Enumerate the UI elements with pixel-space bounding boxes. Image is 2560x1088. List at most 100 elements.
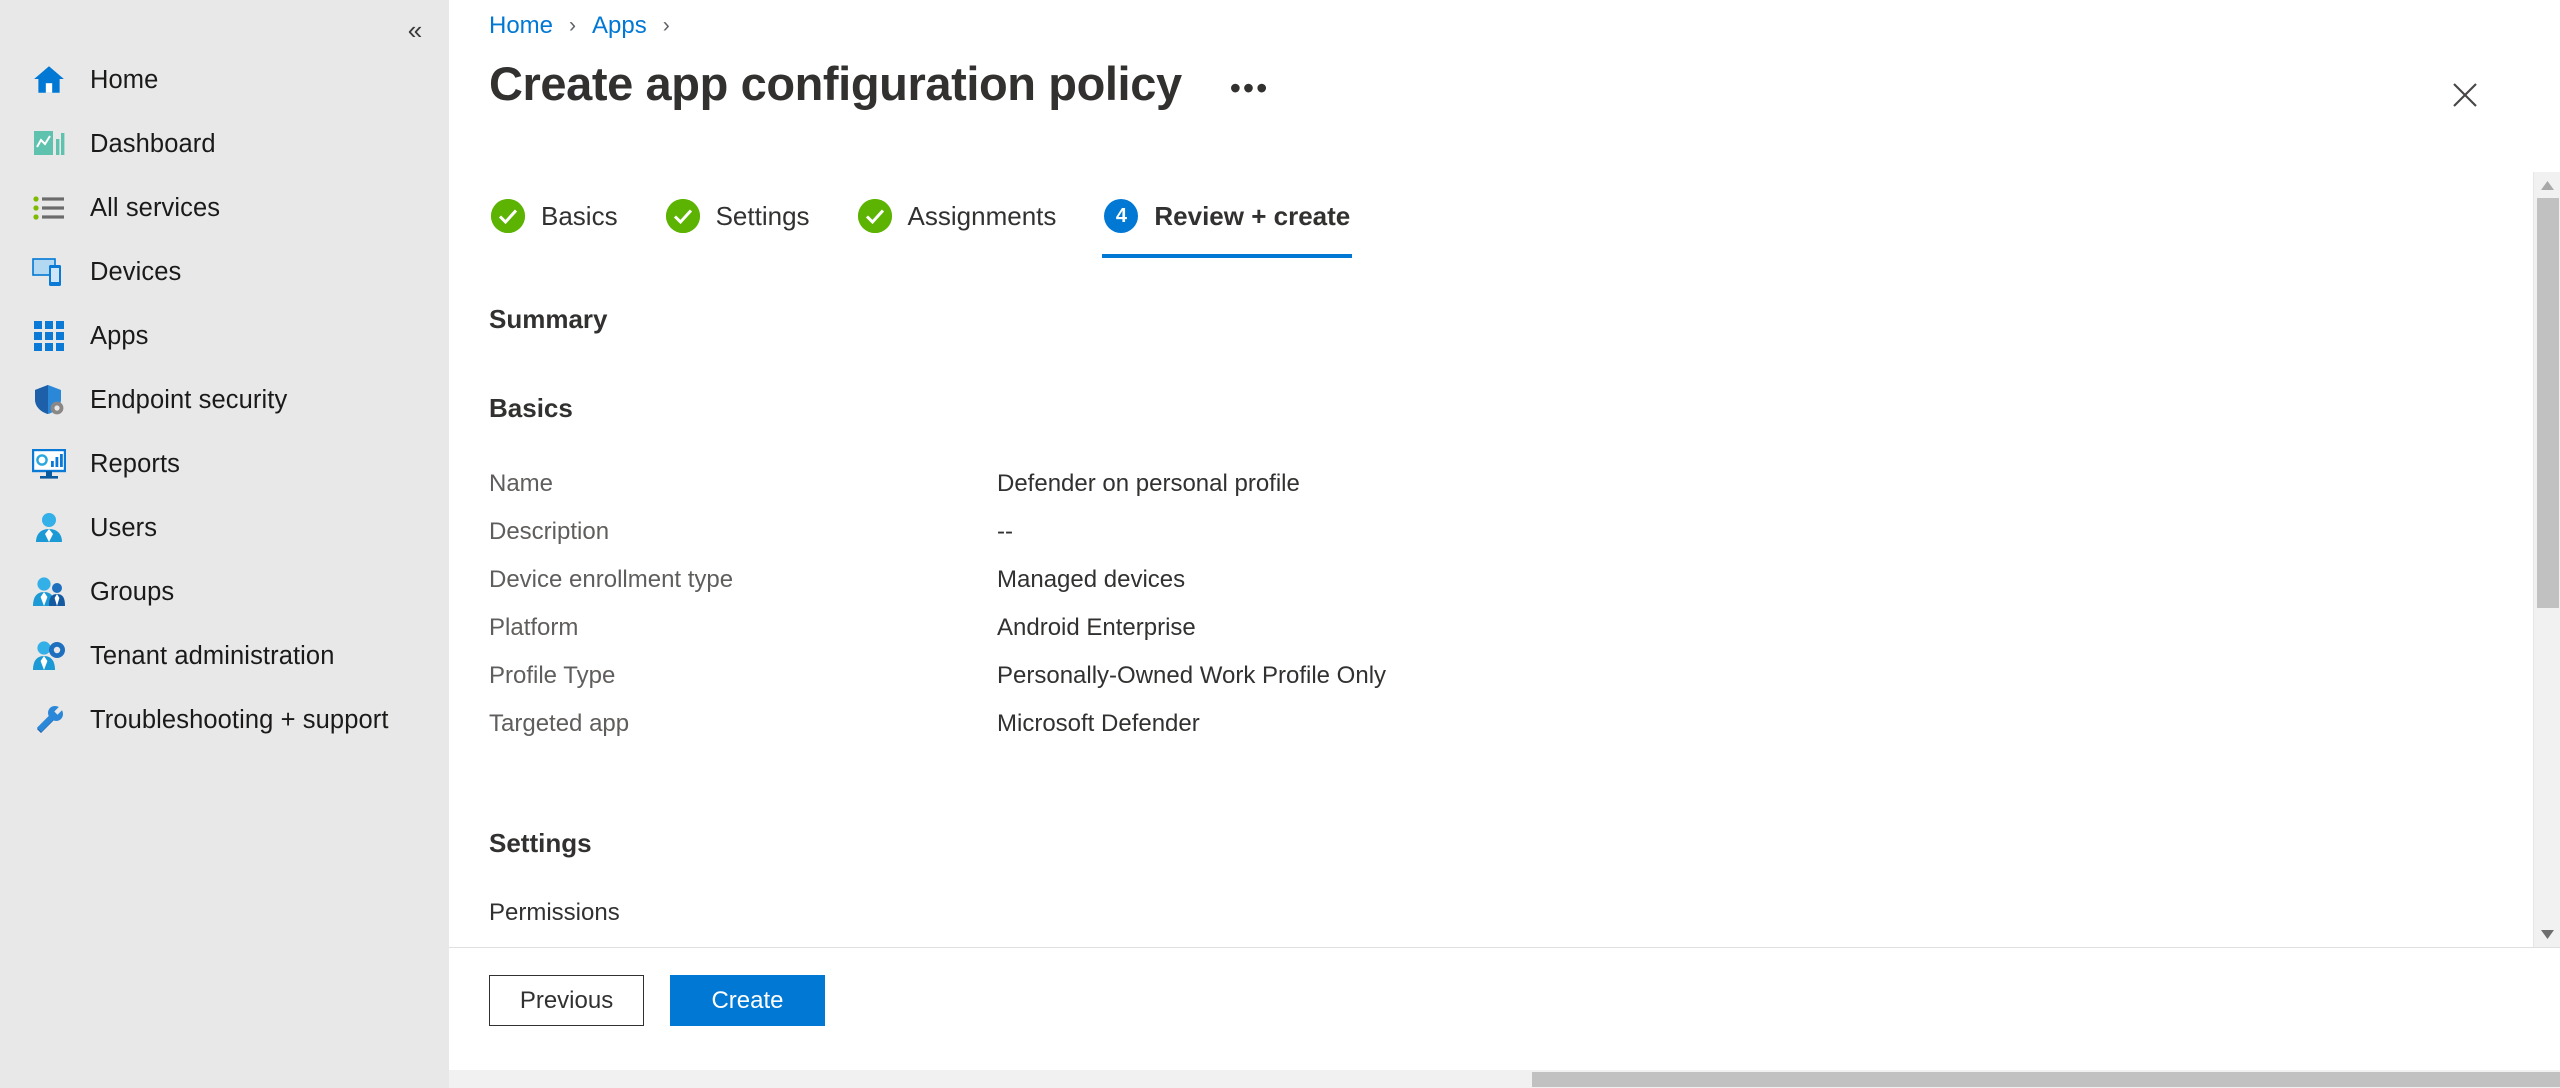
tab-basics[interactable]: Basics bbox=[489, 184, 620, 258]
summary-value: Android Enterprise bbox=[997, 614, 1196, 641]
sidebar-item-label: Users bbox=[90, 513, 158, 542]
basics-summary-table: Name Defender on personal profile Descri… bbox=[449, 460, 2517, 748]
sidebar-item-label: Troubleshooting + support bbox=[90, 705, 389, 734]
apps-grid-icon bbox=[30, 317, 68, 355]
sidebar-item-label: Reports bbox=[90, 449, 180, 478]
sidebar-item-reports[interactable]: Reports bbox=[0, 432, 449, 496]
sidebar-item-label: Endpoint security bbox=[90, 385, 288, 414]
basics-heading: Basics bbox=[489, 393, 573, 423]
main-panel: Home › Apps › Create app configuration p… bbox=[449, 0, 2560, 1088]
summary-value: Defender on personal profile bbox=[997, 470, 1300, 497]
footer-buttons: Previous Create bbox=[449, 948, 2560, 1026]
sidebar-item-groups[interactable]: Groups bbox=[0, 560, 449, 624]
triangle-up-icon bbox=[2541, 180, 2554, 190]
sidebar-item-devices[interactable]: Devices bbox=[0, 240, 449, 304]
tab-assignments[interactable]: Assignments bbox=[856, 184, 1059, 258]
sidebar-item-troubleshooting-support[interactable]: Troubleshooting + support bbox=[0, 688, 449, 752]
horizontal-scrollbar-thumb[interactable] bbox=[1532, 1072, 2560, 1087]
devices-icon bbox=[30, 253, 68, 291]
shield-gear-icon bbox=[30, 381, 68, 419]
scroll-up-button[interactable] bbox=[2534, 172, 2560, 198]
close-icon bbox=[2451, 81, 2479, 109]
dashboard-icon bbox=[30, 125, 68, 163]
sidebar-item-tenant-administration[interactable]: Tenant administration bbox=[0, 624, 449, 688]
chevron-right-icon: › bbox=[662, 14, 670, 37]
previous-button[interactable]: Previous bbox=[489, 975, 644, 1026]
horizontal-scrollbar[interactable] bbox=[449, 1070, 2560, 1088]
sidebar-item-label: Home bbox=[90, 65, 159, 94]
summary-key: Platform bbox=[489, 614, 579, 641]
reports-monitor-icon bbox=[30, 445, 68, 483]
summary-key: Targeted app bbox=[489, 710, 630, 737]
sidebar-item-label: Devices bbox=[90, 257, 182, 286]
tab-settings[interactable]: Settings bbox=[664, 184, 812, 258]
summary-row: Targeted app Microsoft Defender bbox=[489, 700, 2517, 748]
sidebar-collapse-button[interactable]: « bbox=[391, 10, 439, 50]
sidebar-bottom-strip bbox=[0, 1070, 449, 1088]
tab-label: Review + create bbox=[1154, 200, 1351, 231]
content-scroll-region: Basics Settings Assignments 4 Review + c… bbox=[449, 172, 2517, 947]
summary-key: Description bbox=[489, 518, 610, 545]
user-icon bbox=[30, 509, 68, 547]
summary-row: Platform Android Enterprise bbox=[489, 604, 2517, 652]
wizard-footer: Previous Create bbox=[449, 947, 2560, 1071]
sidebar-item-users[interactable]: Users bbox=[0, 496, 449, 560]
sidebar-item-apps[interactable]: Apps bbox=[0, 304, 449, 368]
title-row: Create app configuration policy ••• bbox=[489, 56, 2560, 111]
summary-heading: Summary bbox=[489, 304, 608, 334]
check-circle-icon bbox=[491, 199, 525, 233]
breadcrumb: Home › Apps › bbox=[489, 12, 686, 40]
summary-key: Device enrollment type bbox=[489, 566, 734, 593]
tab-label: Settings bbox=[715, 200, 810, 231]
permissions-label: Permissions bbox=[489, 899, 620, 926]
sidebar-item-label: Groups bbox=[90, 577, 175, 606]
sidebar-item-label: Tenant administration bbox=[90, 641, 335, 670]
sidebar-item-dashboard[interactable]: Dashboard bbox=[0, 112, 449, 176]
scroll-down-button[interactable] bbox=[2534, 921, 2560, 947]
more-options-button[interactable]: ••• bbox=[1220, 66, 1280, 110]
step-number-badge: 4 bbox=[1104, 199, 1139, 233]
check-circle-icon bbox=[665, 199, 700, 233]
breadcrumb-item-apps[interactable]: Apps bbox=[592, 12, 647, 40]
vertical-scrollbar[interactable] bbox=[2533, 172, 2560, 947]
active-tab-underline bbox=[1102, 254, 1353, 258]
sidebar-item-all-services[interactable]: All services bbox=[0, 176, 449, 240]
tab-review-create[interactable]: 4 Review + create bbox=[1102, 184, 1353, 258]
summary-value: Managed devices bbox=[997, 566, 1186, 593]
sidebar-item-label: Dashboard bbox=[90, 129, 216, 158]
app-root: « Home Dashboard All services Devices Ap… bbox=[0, 0, 2560, 1088]
sidebar-item-endpoint-security[interactable]: Endpoint security bbox=[0, 368, 449, 432]
sidebar-nav-list: Home Dashboard All services Devices Apps… bbox=[0, 0, 449, 752]
tab-label: Basics bbox=[541, 200, 618, 231]
sidebar: « Home Dashboard All services Devices Ap… bbox=[0, 0, 449, 1088]
close-button[interactable] bbox=[2440, 70, 2490, 120]
summary-key: Name bbox=[489, 470, 554, 497]
wizard-tab-list: Basics Settings Assignments 4 Review + c… bbox=[449, 172, 2517, 258]
user-gear-icon bbox=[30, 637, 68, 675]
sidebar-item-label: Apps bbox=[90, 321, 149, 350]
triangle-down-icon bbox=[2541, 929, 2554, 939]
chevron-double-left-icon: « bbox=[407, 15, 423, 45]
chevron-right-icon: › bbox=[569, 14, 577, 37]
summary-row: Profile Type Personally-Owned Work Profi… bbox=[489, 652, 2517, 700]
summary-row: Name Defender on personal profile bbox=[489, 460, 2517, 508]
home-icon bbox=[30, 61, 68, 99]
summary-value: Personally-Owned Work Profile Only bbox=[997, 662, 1387, 689]
groups-icon bbox=[30, 573, 68, 611]
tab-label: Assignments bbox=[907, 200, 1057, 231]
summary-value: Microsoft Defender bbox=[997, 710, 1200, 737]
page-title: Create app configuration policy bbox=[489, 57, 1182, 110]
all-services-icon bbox=[30, 189, 68, 227]
summary-row: Description -- bbox=[489, 508, 2517, 556]
summary-key: Profile Type bbox=[489, 662, 616, 689]
vertical-scrollbar-thumb[interactable] bbox=[2537, 198, 2559, 608]
sidebar-item-home[interactable]: Home bbox=[0, 48, 449, 112]
sidebar-item-label: All services bbox=[90, 193, 221, 222]
summary-value: -- bbox=[997, 518, 1013, 545]
summary-row: Device enrollment type Managed devices bbox=[489, 556, 2517, 604]
create-button[interactable]: Create bbox=[670, 975, 825, 1026]
check-circle-icon bbox=[857, 199, 892, 233]
wrench-screwdriver-icon bbox=[30, 701, 68, 739]
breadcrumb-item-home[interactable]: Home bbox=[489, 12, 553, 40]
settings-heading: Settings bbox=[489, 828, 592, 858]
